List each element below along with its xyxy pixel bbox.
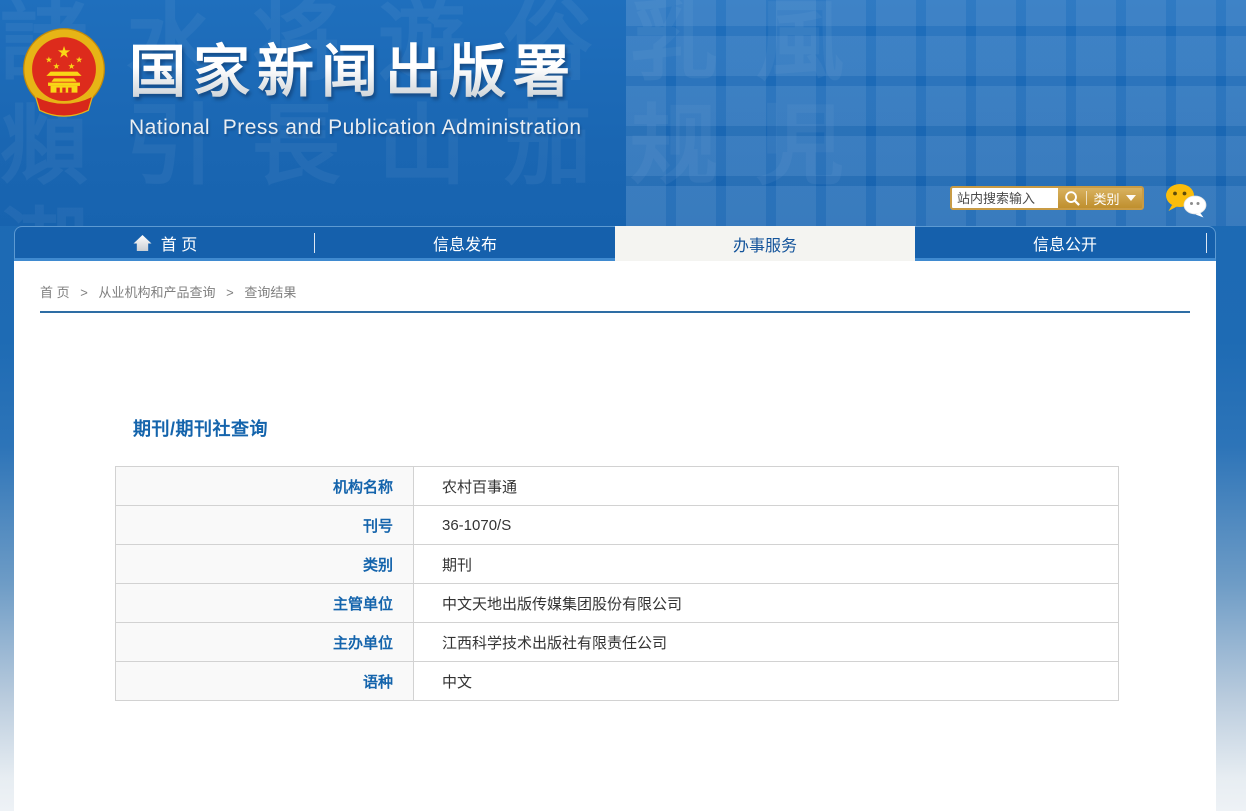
table-row: 刊号 36-1070/S xyxy=(115,505,1119,545)
svg-text:★: ★ xyxy=(68,61,76,71)
nav-item-label: 信息公开 xyxy=(1032,236,1097,254)
row-label: 主管单位 xyxy=(115,583,414,623)
breadcrumb-rule xyxy=(40,311,1190,313)
nav-item-home[interactable]: 首 页 xyxy=(15,227,315,258)
site-subtitle: National Press and Publication Administr… xyxy=(129,116,582,139)
svg-text:★: ★ xyxy=(53,61,61,71)
row-label: 机构名称 xyxy=(115,466,414,506)
site-title: 国家新闻出版署 xyxy=(129,26,582,108)
search-category-dropdown[interactable]: 类别 xyxy=(1087,188,1142,208)
nav-item-services[interactable]: 办事服务 xyxy=(615,226,915,261)
row-label: 刊号 xyxy=(115,505,414,545)
nav-divider xyxy=(314,233,315,253)
search-icon xyxy=(1064,190,1080,206)
site-title-block: 国家新闻出版署 National Press and Publication A… xyxy=(129,26,582,140)
row-value: 中文天地出版传媒集团股份有限公司 xyxy=(413,583,1119,623)
row-value: 江西科学技术出版社有限责任公司 xyxy=(413,622,1119,662)
table-row: 主管单位 中文天地出版传媒集团股份有限公司 xyxy=(115,583,1119,623)
nav-item-label: 办事服务 xyxy=(732,237,797,255)
row-value: 中文 xyxy=(413,661,1119,701)
nav-item-label: 信息发布 xyxy=(432,236,497,254)
content-panel: 首 页 > 从业机构和产品查询 > 查询结果 期刊/期刊社查询 机构名称 农村百… xyxy=(14,261,1216,811)
table-row: 机构名称 农村百事通 xyxy=(115,466,1119,506)
breadcrumb: 首 页 > 从业机构和产品查询 > 查询结果 xyxy=(14,261,1216,301)
row-label: 语种 xyxy=(115,661,414,701)
home-icon xyxy=(133,234,152,251)
site-search: 类别 xyxy=(950,186,1144,210)
nav-divider xyxy=(1206,233,1207,253)
nav-item-news[interactable]: 信息发布 xyxy=(315,227,615,258)
table-row: 主办单位 江西科学技术出版社有限责任公司 xyxy=(115,622,1119,662)
wechat-icon[interactable] xyxy=(1164,182,1208,219)
journal-info-table: 机构名称 农村百事通 刊号 36-1070/S 类别 期刊 主管单位 中文天地出… xyxy=(115,466,1119,701)
table-row: 语种 中文 xyxy=(115,661,1119,701)
row-value: 农村百事通 xyxy=(413,466,1119,506)
row-value: 36-1070/S xyxy=(413,505,1119,545)
main-nav: 首 页 信息发布 办事服务 信息公开 xyxy=(14,226,1216,261)
nav-item-label: 首 页 xyxy=(160,236,198,254)
page-title: 期刊/期刊社查询 xyxy=(133,419,269,439)
chevron-down-icon xyxy=(1125,195,1136,201)
breadcrumb-separator: > xyxy=(80,285,88,300)
header-watermark-seal-grid xyxy=(626,0,1246,226)
breadcrumb-home[interactable]: 首 页 xyxy=(40,285,70,300)
breadcrumb-current: 查询结果 xyxy=(244,285,297,300)
svg-text:★: ★ xyxy=(75,54,83,64)
table-row: 类别 期刊 xyxy=(115,544,1119,584)
search-button[interactable] xyxy=(1058,188,1086,208)
breadcrumb-separator: > xyxy=(226,285,234,300)
search-input[interactable] xyxy=(952,188,1058,208)
nav-item-disclosure[interactable]: 信息公开 xyxy=(915,227,1215,258)
svg-text:★: ★ xyxy=(45,54,53,64)
row-label: 主办单位 xyxy=(115,622,414,662)
search-category-label: 类别 xyxy=(1093,191,1120,207)
national-emblem-logo: ★ ★ ★ ★ ★ xyxy=(23,28,105,117)
site-header: 諸水将遊俗乳風頫引長山茄规児潮 ★ ★ ★ ★ ★ 国家新闻出版署 Nation… xyxy=(0,0,1246,226)
row-value: 期刊 xyxy=(413,544,1119,584)
row-label: 类别 xyxy=(115,544,414,584)
svg-text:★: ★ xyxy=(57,44,71,61)
breadcrumb-query[interactable]: 从业机构和产品查询 xyxy=(98,285,215,300)
